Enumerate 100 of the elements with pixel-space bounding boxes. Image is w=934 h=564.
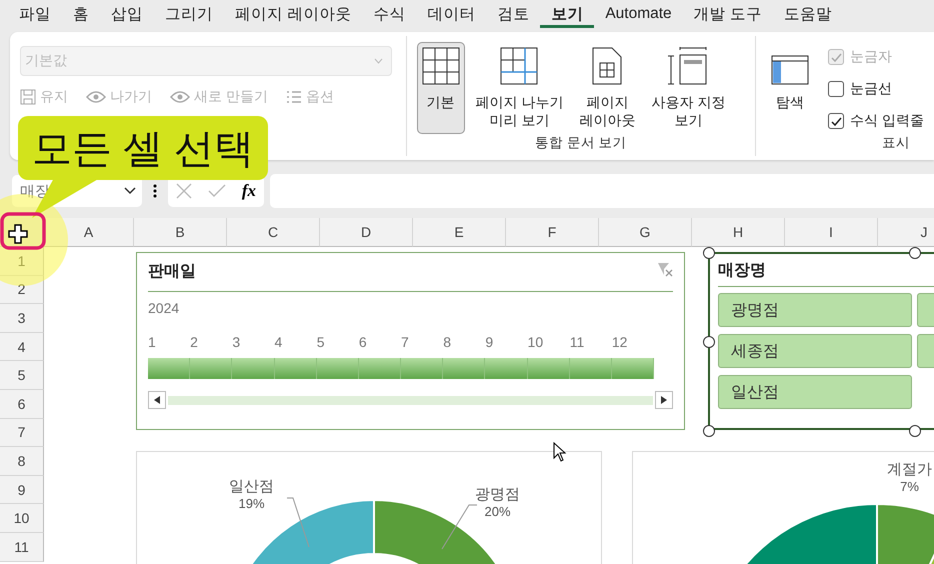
group-title: 표시 xyxy=(881,134,912,152)
check-icon xyxy=(830,116,842,126)
cross-cursor-icon xyxy=(8,224,28,244)
column-header[interactable]: A xyxy=(44,218,134,247)
column-header[interactable]: H xyxy=(692,218,785,247)
row-header[interactable]: 6 xyxy=(0,390,44,419)
view-button[interactable]: 페이지 나누기 미리 보기 xyxy=(470,42,568,134)
chevron-down-icon xyxy=(124,187,136,195)
column-header[interactable]: C xyxy=(227,218,320,247)
column-header[interactable]: B xyxy=(134,218,227,247)
month-label: 4 xyxy=(274,334,282,350)
slicer-item[interactable]: 광명점 xyxy=(718,293,912,327)
month-label: 11 xyxy=(570,334,584,350)
month-bar-segment[interactable] xyxy=(148,358,190,379)
month-bar-segment[interactable] xyxy=(316,358,359,379)
month-label: 6 xyxy=(358,334,367,350)
scroll-right-button[interactable] xyxy=(655,391,673,409)
view-button[interactable]: 페이지 레이아웃 xyxy=(574,42,640,134)
month-bar-segment[interactable] xyxy=(570,358,612,379)
column-header[interactable]: F xyxy=(506,218,599,247)
column-header[interactable]: I xyxy=(785,218,878,247)
month-label: 3 xyxy=(232,334,240,350)
eye-icon xyxy=(86,90,106,104)
slicer-title: 매장명 xyxy=(718,261,767,281)
month-bar-segment[interactable] xyxy=(401,358,444,379)
row-header[interactable]: 10 xyxy=(0,504,44,533)
month-bar-segment[interactable] xyxy=(274,358,317,379)
store-slicer[interactable]: 매장명 광명점 세종점 일산점 xyxy=(708,252,934,430)
dropdown-value: 기본값 xyxy=(25,52,67,70)
menu-tab[interactable]: 보기 xyxy=(540,0,594,28)
resize-handle[interactable] xyxy=(703,336,715,348)
menu-tab[interactable]: 데이터 xyxy=(416,0,486,28)
slicer-item[interactable]: 세종점 xyxy=(718,334,912,368)
row-header[interactable]: 3 xyxy=(0,304,44,333)
data-label-name: 광명점 xyxy=(475,485,520,504)
view-button[interactable]: 기본 xyxy=(416,42,465,134)
slicer-item[interactable]: 일산점 xyxy=(718,375,912,409)
save-icon xyxy=(20,89,36,105)
column-header[interactable]: D xyxy=(320,218,413,247)
month-label: 1 xyxy=(148,334,156,350)
row-header[interactable]: 9 xyxy=(0,476,44,504)
month-bar-segment[interactable] xyxy=(443,358,486,379)
menu-tab[interactable]: 페이지 레이아웃 xyxy=(224,0,362,28)
month-bar-segment[interactable] xyxy=(612,358,654,379)
resize-handle[interactable] xyxy=(909,425,921,437)
row-header[interactable]: 4 xyxy=(0,332,44,362)
row-header[interactable]: 11 xyxy=(0,532,44,562)
menu-tab[interactable]: 그리기 xyxy=(154,0,224,28)
month-bar-segment[interactable] xyxy=(232,358,275,379)
menu-tab[interactable]: 파일 xyxy=(8,0,62,28)
resize-handle[interactable] xyxy=(703,425,715,437)
eye-icon xyxy=(170,90,190,104)
menu-tab[interactable]: 검토 xyxy=(486,0,540,28)
slicer-title: 판매일 xyxy=(148,262,196,282)
leader-line xyxy=(287,497,311,549)
column-header[interactable]: G xyxy=(599,218,692,247)
enter-icon[interactable] xyxy=(208,184,226,198)
leader-line xyxy=(441,504,477,550)
timeline-slicer[interactable]: 판매일 2024 1 2 3 4 5 6 7 8 9 10 11 12 xyxy=(136,252,685,430)
chevron-down-icon xyxy=(374,58,383,64)
column-header[interactable]: J xyxy=(878,218,934,247)
menu-tab[interactable]: 수식 xyxy=(362,0,416,28)
year-label: 2024 xyxy=(148,300,180,316)
month-label: 7 xyxy=(401,334,409,350)
month-label: 12 xyxy=(612,334,628,350)
insert-function-button[interactable]: fx xyxy=(242,181,256,201)
view-button[interactable]: 사용자 지정 보기 xyxy=(646,42,730,134)
month-bar-segment[interactable] xyxy=(190,358,232,379)
cancel-icon[interactable] xyxy=(176,183,192,199)
menu-tab[interactable]: Automate xyxy=(594,0,683,28)
page-layout-icon xyxy=(592,47,622,85)
resize-handle[interactable] xyxy=(703,247,715,259)
row-header[interactable]: 8 xyxy=(0,447,44,476)
navigation-button[interactable]: 탐색 xyxy=(766,50,814,134)
row-header[interactable]: 2 xyxy=(0,276,44,304)
navigation-pane-icon xyxy=(771,55,810,85)
highlight-frame xyxy=(0,212,46,250)
scroll-left-button[interactable] xyxy=(148,391,166,409)
month-bar-segment[interactable] xyxy=(485,358,528,379)
menu-tab[interactable]: 홈 xyxy=(62,0,100,28)
menu-tab[interactable]: 도움말 xyxy=(772,0,843,28)
custom-view-icon xyxy=(668,47,708,85)
page-break-icon xyxy=(500,47,538,85)
row-header[interactable]: 5 xyxy=(0,361,44,390)
show-checkbox[interactable]: 눈금선 xyxy=(828,80,924,98)
more-icon[interactable] xyxy=(153,184,157,198)
resize-handle[interactable] xyxy=(909,247,921,259)
triangle-left-icon xyxy=(154,396,160,404)
month-bar-segment[interactable] xyxy=(358,358,402,379)
scroll-track[interactable] xyxy=(168,396,653,404)
month-label: 5 xyxy=(316,334,324,350)
data-label-name: 일산점 xyxy=(229,477,274,496)
menu-tab[interactable]: 개발 도구 xyxy=(682,0,773,28)
column-header[interactable]: E xyxy=(413,218,506,247)
list-icon xyxy=(286,90,302,104)
menu-tab[interactable]: 삽입 xyxy=(100,0,154,28)
month-bar-segment[interactable] xyxy=(528,358,570,379)
show-checkbox[interactable]: 수식 입력줄 xyxy=(828,112,924,130)
clear-filter-icon[interactable] xyxy=(657,261,673,277)
row-header[interactable]: 7 xyxy=(0,418,44,448)
